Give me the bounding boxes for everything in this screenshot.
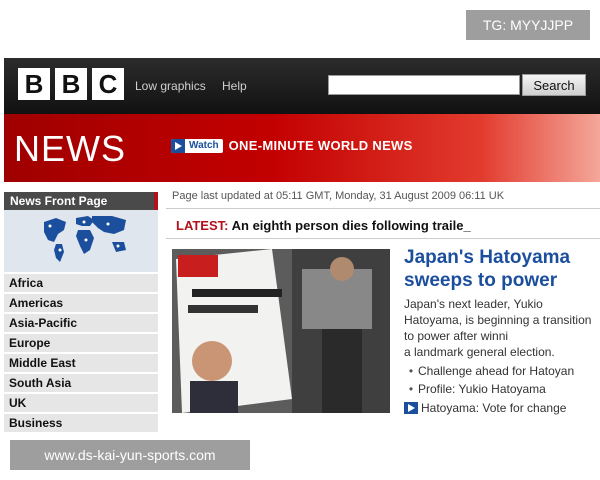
tg-badge: TG: MYYJJPP — [466, 10, 590, 40]
latest-text[interactable]: An eighth person dies following traile_ — [232, 218, 471, 233]
news-banner: NEWS Watch ONE-MINUTE WORLD NEWS — [4, 114, 600, 182]
logo-letter: C — [92, 68, 124, 100]
bullet-icon: • — [408, 364, 414, 378]
related-link[interactable]: • Profile: Yukio Hatoyama — [404, 380, 600, 398]
watch-label: Watch — [189, 140, 219, 151]
latest-label: LATEST: — [176, 218, 229, 233]
last-updated: Page last updated at 05:11 GMT, Monday, … — [172, 190, 505, 202]
latest-ticker[interactable]: LATEST: An eighth person dies following … — [176, 218, 471, 233]
play-icon — [404, 402, 418, 414]
sidebar-item-business[interactable]: Business — [4, 414, 158, 432]
video-link-text: Hatoyama: Vote for change — [421, 401, 567, 415]
world-map-icon — [4, 210, 158, 272]
divider — [166, 238, 600, 239]
help-link[interactable]: Help — [222, 79, 247, 93]
sidebar-item-middle-east[interactable]: Middle East — [4, 354, 158, 372]
sidebar-item-americas[interactable]: Americas — [4, 294, 158, 312]
sidebar-item-asia-pacific[interactable]: Asia-Pacific — [4, 314, 158, 332]
sidebar-item-south-asia[interactable]: South Asia — [4, 374, 158, 392]
sidebar-item-uk[interactable]: UK — [4, 394, 158, 412]
news-title[interactable]: NEWS — [14, 128, 126, 170]
low-graphics-link[interactable]: Low graphics — [135, 79, 206, 93]
logo-letter: B — [18, 68, 50, 100]
watch-badge[interactable]: Watch — [171, 138, 223, 153]
divider — [166, 208, 600, 209]
related-link[interactable]: • Challenge ahead for Hatoyan — [404, 362, 600, 380]
sidebar-item-europe[interactable]: Europe — [4, 334, 158, 352]
search-button[interactable]: Search — [522, 74, 586, 96]
logo-letter: B — [55, 68, 87, 100]
sidebar-item-africa[interactable]: Africa — [4, 274, 158, 292]
sidebar-item-news-front-page[interactable]: News Front Page — [4, 192, 158, 210]
watch-one-minute-news[interactable]: Watch ONE-MINUTE WORLD NEWS — [171, 138, 413, 153]
sidebar: News Front Page Africa Americas Asia-Pac… — [4, 192, 158, 432]
story-summary: Japan's next leader, Yukio Hatoyama, is … — [404, 297, 592, 359]
related-link-text: Profile: Yukio Hatoyama — [418, 382, 546, 396]
search-input[interactable] — [328, 75, 520, 95]
video-link[interactable]: Hatoyama: Vote for change — [404, 401, 566, 415]
bullet-icon: • — [408, 382, 414, 396]
story-headline[interactable]: Japan's Hatoyama sweeps to power — [404, 246, 600, 292]
related-link-text: Challenge ahead for Hatoyan — [418, 364, 575, 378]
story-photo[interactable] — [172, 249, 390, 413]
bbc-logo[interactable]: B B C — [18, 68, 124, 102]
related-links: • Challenge ahead for Hatoyan • Profile: Y… — [404, 362, 600, 398]
watch-headline[interactable]: ONE-MINUTE WORLD NEWS — [229, 138, 413, 153]
play-icon — [171, 138, 185, 153]
watermark: www.ds-kai-yun-sports.com — [10, 440, 250, 470]
top-bar: B B C Low graphics Help Search — [4, 58, 600, 114]
